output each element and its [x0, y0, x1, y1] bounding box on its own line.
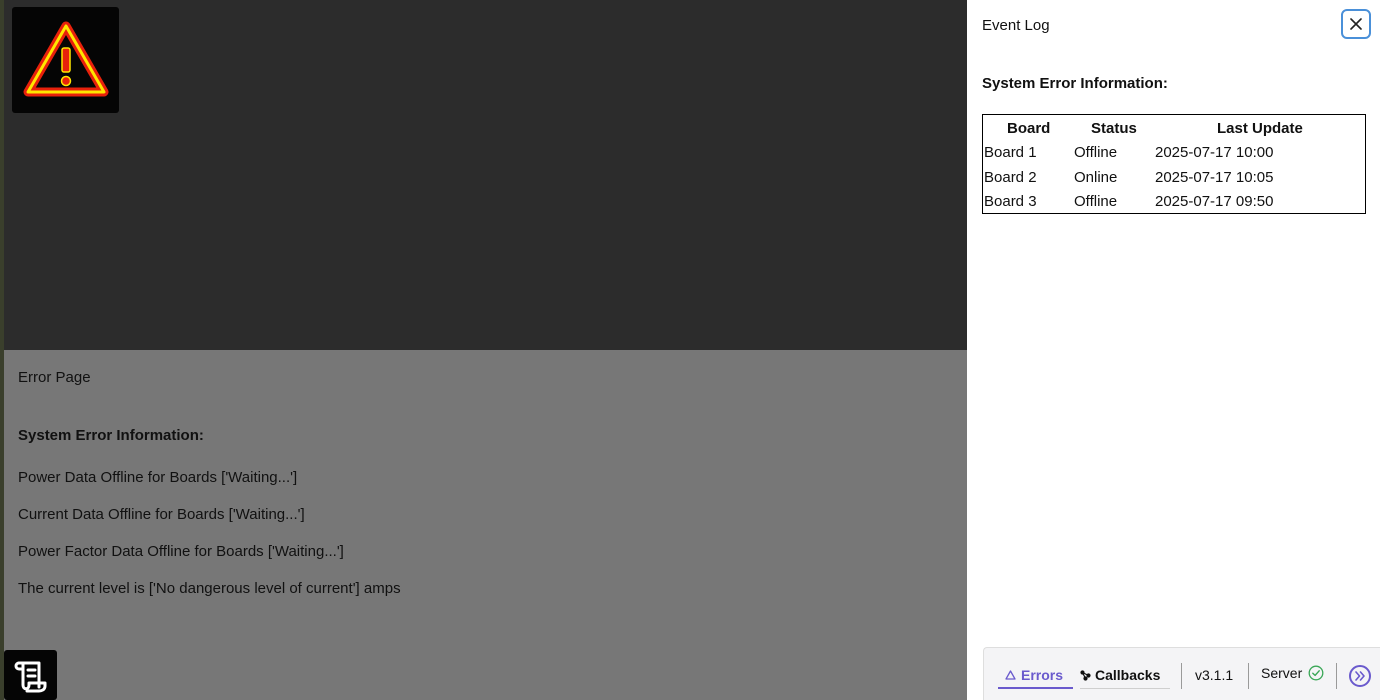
scroll-icon: [14, 661, 46, 693]
tab-errors-label: Errors: [1021, 666, 1064, 683]
server-label: Server: [1261, 665, 1303, 681]
table-header-last-update: Last Update: [1217, 120, 1303, 137]
warning-icon: [1005, 669, 1016, 680]
expand-button[interactable]: [1349, 665, 1371, 687]
error-message: Power Factor Data Offline for Boards ['W…: [18, 543, 344, 560]
footer-divider: [1336, 663, 1337, 689]
warning-tile: [12, 7, 119, 113]
close-button[interactable]: [1341, 9, 1371, 39]
panel-heading: System Error Information:: [982, 75, 1168, 92]
footer-divider: [1181, 663, 1182, 689]
table-cell-last-update: 2025-07-17 10:05: [1155, 169, 1274, 186]
table-cell-last-update: 2025-07-17 09:50: [1155, 193, 1274, 210]
table-cell-status: Online: [1074, 169, 1118, 186]
overlay-dimmed-content: [4, 350, 967, 700]
page-title: Error Page: [18, 369, 91, 386]
close-icon: [1350, 18, 1362, 30]
devtools-footer: Errors Callbacks v3.1.1 Server: [983, 647, 1380, 700]
version-label: v3.1.1: [1195, 667, 1234, 683]
table-header-status: Status: [1091, 120, 1137, 137]
page-heading: System Error Information:: [18, 427, 204, 444]
tab-callbacks-label: Callbacks: [1095, 667, 1161, 683]
event-log-button[interactable]: [4, 650, 57, 700]
footer-divider: [1248, 663, 1249, 689]
board-status-table: Board Status Last Update Board 1 Offline…: [982, 114, 1366, 214]
table-cell-last-update: 2025-07-17 10:00: [1155, 144, 1274, 161]
double-chevron-right-icon: [1355, 671, 1365, 681]
table-cell-status: Offline: [1074, 193, 1118, 210]
callbacks-icon: [1080, 669, 1091, 681]
table-cell-board: Board 2: [984, 169, 1037, 186]
event-log-panel: Event Log System Error Information: Boar…: [967, 0, 1380, 700]
tab-callbacks[interactable]: Callbacks: [1080, 662, 1170, 689]
panel-title: Event Log: [982, 17, 1050, 34]
table-cell-board: Board 1: [984, 144, 1037, 161]
error-message: Power Data Offline for Boards ['Waiting.…: [18, 469, 298, 486]
server-status: Server: [1261, 665, 1324, 681]
tab-errors[interactable]: Errors: [998, 662, 1073, 689]
error-message: The current level is ['No dangerous leve…: [18, 580, 401, 597]
table-cell-status: Offline: [1074, 144, 1118, 161]
table-header-board: Board: [1007, 120, 1051, 137]
error-message: Current Data Offline for Boards ['Waitin…: [18, 506, 305, 523]
dark-header-area: [4, 0, 967, 350]
check-circle-icon: [1308, 665, 1324, 681]
warning-triangle-icon: [23, 21, 108, 97]
table-cell-board: Board 3: [984, 193, 1037, 210]
